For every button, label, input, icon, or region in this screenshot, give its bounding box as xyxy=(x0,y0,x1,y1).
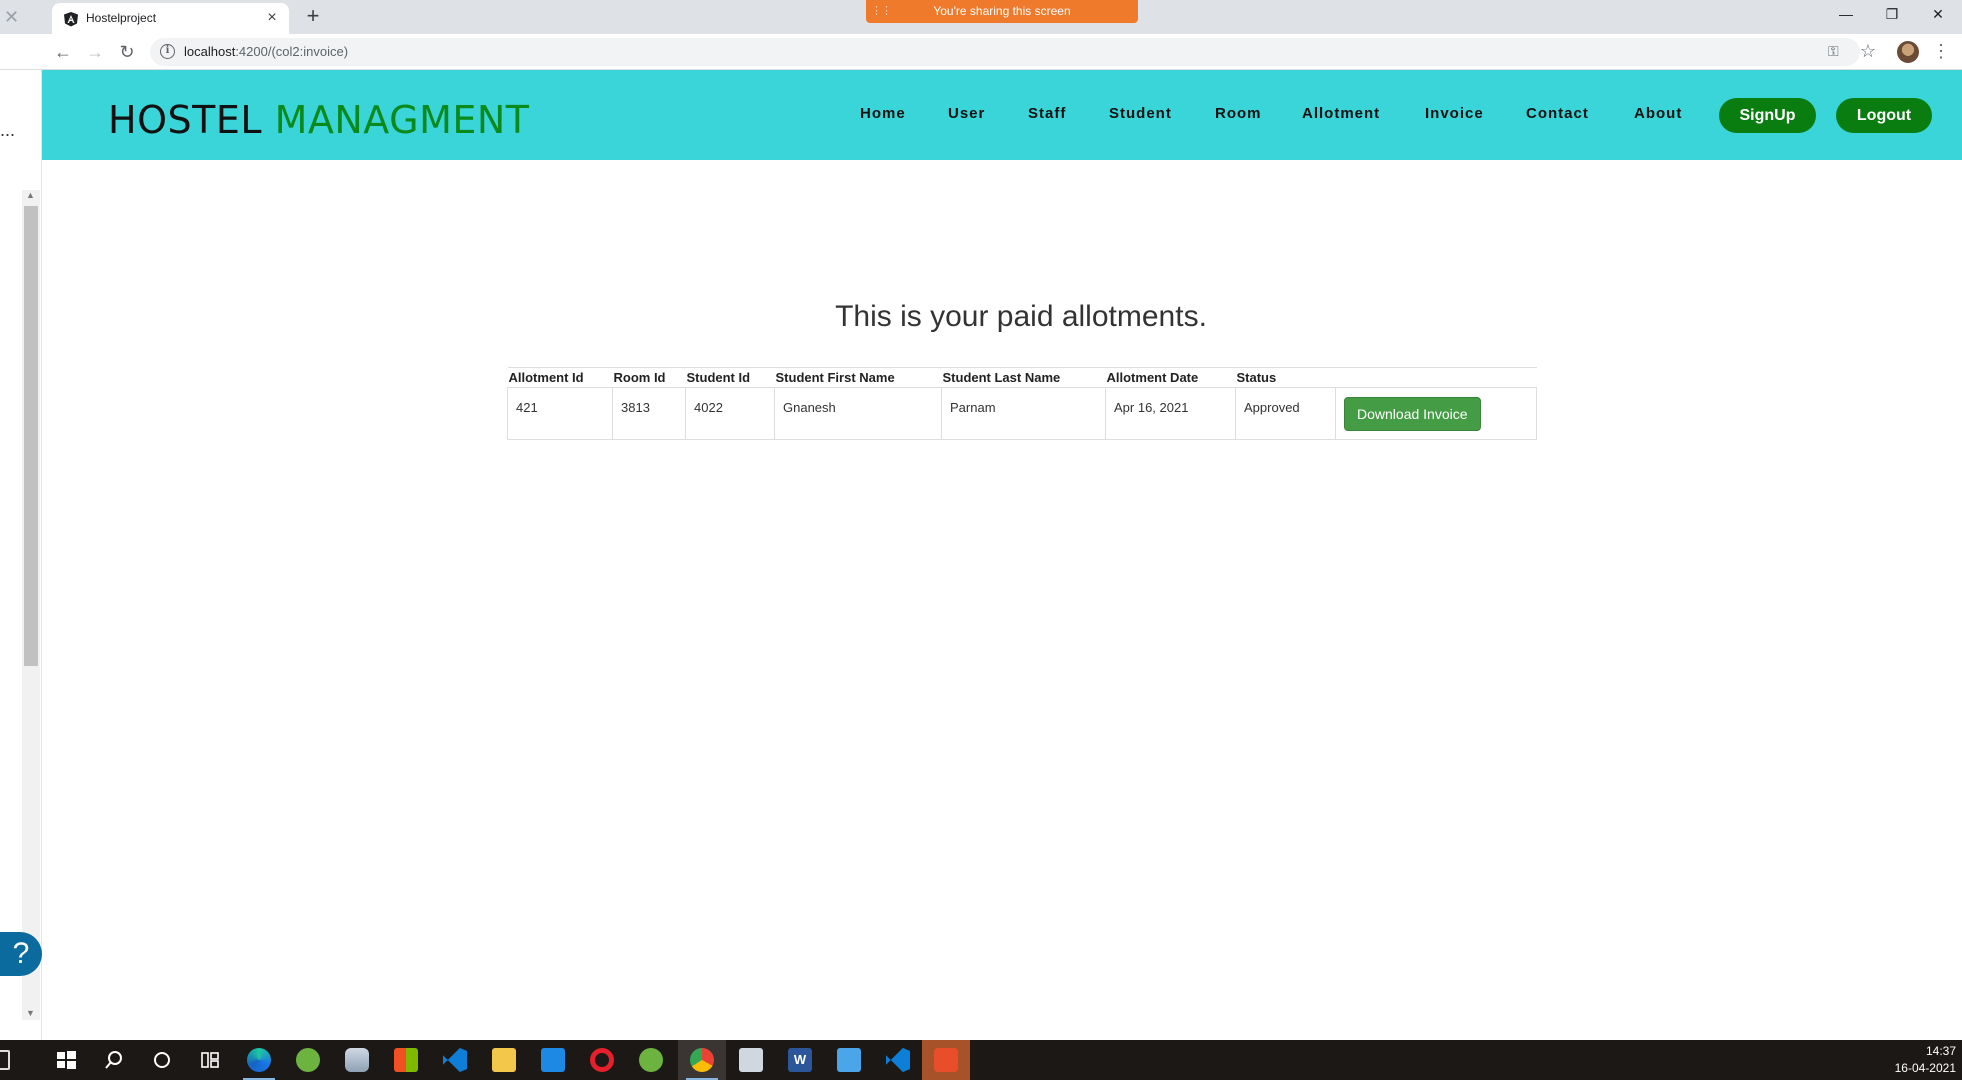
nav-about[interactable]: About xyxy=(1634,105,1682,122)
start-icon[interactable] xyxy=(54,1048,78,1072)
git-icon[interactable] xyxy=(934,1048,958,1072)
cortana-icon[interactable] xyxy=(150,1048,174,1072)
page-title: This is your paid allotments. xyxy=(835,300,1207,333)
drag-handle-icon[interactable]: ⋮⋮ xyxy=(871,0,892,23)
browser-toolbar: ← → ↻ i localhost:4200/(col2:invoice) ⚿ xyxy=(0,34,1962,70)
windows-taskbar: W 14:37 16-04-2021 xyxy=(0,1040,1962,1080)
nav-allotment[interactable]: Allotment xyxy=(1302,105,1380,122)
file-explorer-icon[interactable] xyxy=(492,1048,516,1072)
vscode-icon[interactable] xyxy=(443,1048,467,1072)
close-icon[interactable]: ✕ xyxy=(4,8,22,26)
logout-button[interactable]: Logout xyxy=(1836,98,1932,133)
cell-student-id: 4022 xyxy=(685,387,775,440)
angular-icon xyxy=(64,12,78,27)
url-host: localhost xyxy=(184,44,236,59)
nav-staff[interactable]: Staff xyxy=(1028,105,1066,122)
col-header-first-name: Student First Name xyxy=(774,367,942,388)
nav-room[interactable]: Room xyxy=(1215,105,1262,122)
nav-user[interactable]: User xyxy=(948,105,985,122)
show-desktop-icon[interactable] xyxy=(0,1050,10,1070)
opera-icon[interactable] xyxy=(590,1048,614,1072)
site-header: HOSTEL MANAGMENT Home User Staff Student… xyxy=(42,70,1962,160)
mail-icon[interactable] xyxy=(541,1048,565,1072)
col-header-student-id: Student Id xyxy=(685,367,775,388)
brand-part1: HOSTEL xyxy=(108,98,262,142)
forward-button[interactable]: → xyxy=(84,41,106,63)
allotments-table-container: Allotment Id Room Id Student Id Student … xyxy=(507,367,1537,440)
window-close-button[interactable]: ✕ xyxy=(1915,0,1961,28)
cell-last-name: Parnam xyxy=(941,387,1106,440)
spring-tool-icon[interactable] xyxy=(296,1048,320,1072)
col-header-room-id: Room Id xyxy=(612,367,686,388)
store-icon[interactable] xyxy=(394,1048,418,1072)
nav-invoice[interactable]: Invoice xyxy=(1425,105,1484,122)
system-clock[interactable]: 14:37 16-04-2021 xyxy=(1895,1043,1956,1077)
cell-room-id: 3813 xyxy=(612,387,686,440)
table-row: 421 3813 4022 Gnanesh Parnam Apr 16, 202… xyxy=(507,387,1537,440)
brand-part2: MANAGMENT xyxy=(274,98,530,142)
cell-allotment-id: 421 xyxy=(507,387,613,440)
back-button[interactable]: ← xyxy=(52,41,74,63)
url-path: :4200/(col2:invoice) xyxy=(235,44,349,59)
edge-icon[interactable] xyxy=(247,1048,271,1072)
restore-button[interactable]: ❐ xyxy=(1869,0,1915,28)
bookmark-star-icon[interactable]: ☆ xyxy=(1857,40,1879,62)
download-invoice-button[interactable]: Download Invoice xyxy=(1344,396,1481,431)
new-tab-button[interactable]: + xyxy=(302,5,324,28)
reload-button[interactable]: ↻ xyxy=(116,41,138,63)
nav-student[interactable]: Student xyxy=(1109,105,1172,122)
avatar[interactable] xyxy=(1897,41,1919,63)
col-header-last-name: Student Last Name xyxy=(941,367,1106,388)
cell-status: Approved xyxy=(1235,387,1336,440)
signup-button[interactable]: SignUp xyxy=(1719,98,1816,133)
chrome-icon[interactable] xyxy=(690,1048,714,1072)
side-panel: ... ▲ ▼ ? xyxy=(0,70,42,1040)
more-icon[interactable]: ... xyxy=(0,120,15,141)
media-icon[interactable] xyxy=(739,1048,763,1072)
info-icon[interactable]: i xyxy=(160,44,175,59)
col-header-status: Status xyxy=(1235,367,1336,388)
scrollbar-thumb[interactable] xyxy=(24,206,38,666)
col-header-allotment-id: Allotment Id xyxy=(507,367,613,388)
screen-sharing-banner[interactable]: ⋮⋮ You're sharing this screen xyxy=(866,0,1138,23)
cell-first-name: Gnanesh xyxy=(774,387,942,440)
help-button[interactable]: ? xyxy=(0,932,42,976)
clock-time: 14:37 xyxy=(1925,1044,1956,1058)
kebab-menu-icon[interactable]: ⋮ xyxy=(1932,40,1950,62)
database-icon[interactable] xyxy=(345,1048,369,1072)
task-view-icon[interactable] xyxy=(198,1048,222,1072)
scroll-down-icon[interactable]: ▼ xyxy=(26,1008,35,1018)
col-header-allotment-date: Allotment Date xyxy=(1105,367,1236,388)
address-bar[interactable]: i localhost:4200/(col2:invoice) ⚿ xyxy=(150,38,1860,66)
sharing-text: You're sharing this screen xyxy=(933,4,1071,18)
allotments-table: Allotment Id Room Id Student Id Student … xyxy=(507,367,1537,440)
key-icon[interactable]: ⚿ xyxy=(1828,43,1846,61)
nav-home[interactable]: Home xyxy=(860,105,906,122)
photos-icon[interactable] xyxy=(837,1048,861,1072)
scroll-up-icon[interactable]: ▲ xyxy=(26,190,35,200)
spring-tool-icon-2[interactable] xyxy=(639,1048,663,1072)
table-header-row: Allotment Id Room Id Student Id Student … xyxy=(507,367,1537,388)
browser-tab[interactable]: Hostelproject × xyxy=(52,3,289,34)
nav-contact[interactable]: Contact xyxy=(1526,105,1589,122)
brand-logo[interactable]: HOSTEL MANAGMENT xyxy=(108,98,530,142)
word-icon[interactable]: W xyxy=(788,1048,812,1072)
cell-action: Download Invoice xyxy=(1335,387,1537,440)
tab-title: Hostelproject xyxy=(86,11,157,25)
tab-close-icon[interactable]: × xyxy=(263,9,281,27)
url-text[interactable]: localhost:4200/(col2:invoice) xyxy=(184,44,348,59)
cell-allotment-date: Apr 16, 2021 xyxy=(1105,387,1236,440)
clock-date: 16-04-2021 xyxy=(1894,1061,1956,1075)
search-icon[interactable] xyxy=(102,1048,126,1072)
browser-tabstrip: ✕ Hostelproject × + ⋮⋮ You're sharing th… xyxy=(0,0,1962,34)
vscode-icon-2[interactable] xyxy=(886,1048,910,1072)
col-header-action xyxy=(1335,367,1537,388)
minimize-button[interactable]: — xyxy=(1823,0,1869,28)
